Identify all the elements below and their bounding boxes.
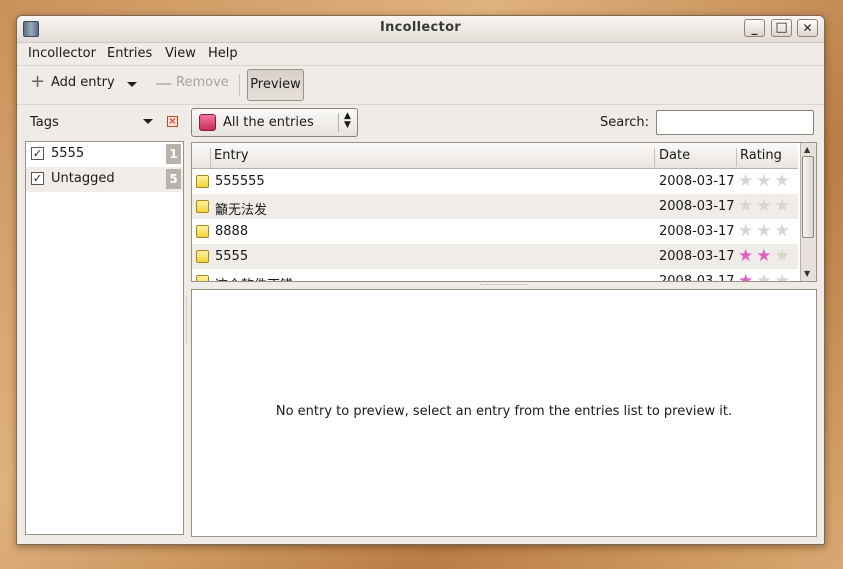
rating-stars[interactable]: ★★★	[738, 171, 793, 191]
entry-date: 2008-03-17	[659, 199, 735, 214]
column-separator	[210, 148, 211, 167]
maximize-button[interactable]: □	[771, 19, 792, 37]
star-filled-icon[interactable]: ★	[738, 271, 756, 281]
star-empty-icon[interactable]: ★	[775, 246, 793, 266]
entry-title: 籲无法发	[215, 203, 268, 218]
add-entry-dropdown-icon[interactable]	[127, 82, 137, 87]
plus-icon: +	[30, 71, 46, 92]
main-window: Incollector _ □ ✕ Incollector Entries Vi…	[16, 15, 825, 545]
menu-entries[interactable]: Entries	[107, 46, 152, 61]
search-input[interactable]	[656, 110, 814, 135]
search-label: Search:	[600, 115, 650, 130]
menu-view[interactable]: View	[165, 46, 196, 61]
entry-date: 2008-03-17	[659, 249, 735, 264]
menu-incollector[interactable]: Incollector	[28, 46, 96, 61]
menu-bar: Incollector Entries View Help	[17, 43, 824, 65]
star-empty-icon[interactable]: ★	[738, 171, 756, 191]
add-entry-button[interactable]: Add entry	[51, 75, 115, 90]
menu-help[interactable]: Help	[208, 46, 238, 61]
note-icon	[196, 275, 209, 281]
column-separator	[654, 148, 655, 167]
star-empty-icon[interactable]: ★	[775, 171, 793, 191]
star-empty-icon[interactable]: ★	[775, 271, 793, 281]
combo-arrows-icon: ▲ ▼	[344, 111, 351, 130]
tags-dropdown-icon[interactable]	[143, 119, 153, 124]
entry-row[interactable]: 555555 2008-03-17 ★★★	[192, 169, 798, 194]
entry-row[interactable]: 这个软件不错2008-03-17★★★	[192, 269, 798, 282]
minus-icon	[156, 83, 171, 85]
preview-panel: No entry to preview, select an entry fro…	[191, 289, 817, 537]
note-icon	[196, 250, 209, 263]
column-header-date[interactable]: Date	[659, 148, 690, 163]
title-bar[interactable]: Incollector _ □ ✕	[17, 16, 824, 43]
star-empty-icon[interactable]: ★	[756, 196, 774, 216]
tag-checkbox[interactable]: ✓	[31, 172, 44, 185]
column-header-entry[interactable]: Entry	[214, 148, 249, 163]
toolbar-separator	[239, 74, 240, 96]
entries-filter-select[interactable]: All the entries ▲ ▼	[191, 108, 358, 137]
tag-checkbox[interactable]: ✓	[31, 147, 44, 160]
tag-item-5555[interactable]: ✓ 5555 1	[26, 142, 183, 167]
rating-stars[interactable]: ★★★	[738, 271, 793, 281]
window-title: Incollector	[379, 20, 462, 35]
tags-pane: Tags × ✓ 5555 1 ✓ Untagged 5	[25, 108, 185, 536]
entry-date: 2008-03-17	[659, 224, 735, 239]
scroll-down-icon[interactable]: ▼	[804, 269, 810, 278]
star-filled-icon[interactable]: ★	[738, 246, 756, 266]
collection-icon	[199, 114, 216, 131]
filter-selected-label: All the entries	[223, 115, 314, 130]
star-empty-icon[interactable]: ★	[775, 221, 793, 241]
rating-stars[interactable]: ★★★	[738, 221, 793, 241]
preview-toggle-button[interactable]: Preview	[247, 69, 304, 101]
entry-row[interactable]: 籲无法发 2008-03-17 ★★★	[192, 194, 798, 219]
note-icon	[196, 175, 209, 188]
entry-row[interactable]: 8888 2008-03-17 ★★★	[192, 219, 798, 244]
tag-label: Untagged	[51, 171, 115, 186]
toolbar: + Add entry Remove Preview	[17, 65, 824, 105]
tag-count-badge: 5	[166, 169, 181, 189]
note-icon	[196, 225, 209, 238]
tag-label: 5555	[51, 146, 85, 161]
scroll-up-icon[interactable]: ▲	[804, 145, 810, 154]
star-empty-icon[interactable]: ★	[756, 221, 774, 241]
star-empty-icon[interactable]: ★	[775, 196, 793, 216]
tag-item-untagged[interactable]: ✓ Untagged 5	[26, 167, 183, 192]
close-button[interactable]: ✕	[797, 19, 818, 37]
entry-title: 8888	[215, 224, 249, 239]
entries-column-header: Entry Date Rating	[192, 143, 798, 169]
tag-list: ✓ 5555 1 ✓ Untagged 5	[25, 141, 184, 535]
rating-stars[interactable]: ★★★	[738, 196, 793, 216]
entries-scrollbar[interactable]: ▲ ▼	[800, 143, 816, 281]
entry-date: 2008-03-17	[659, 174, 735, 189]
column-separator	[736, 148, 737, 167]
preview-empty-message: No entry to preview, select an entry fro…	[275, 404, 733, 419]
clear-tags-icon[interactable]: ×	[167, 116, 178, 127]
entries-pane: All the entries ▲ ▼ Search: Entry Date Ra…	[190, 108, 817, 537]
star-empty-icon[interactable]: ★	[756, 171, 774, 191]
column-header-rating[interactable]: Rating	[740, 148, 782, 163]
tags-header: Tags	[30, 115, 59, 130]
note-icon	[196, 200, 209, 213]
entry-title: 5555	[215, 249, 249, 264]
star-empty-icon[interactable]: ★	[738, 196, 756, 216]
tag-count-badge: 1	[166, 144, 181, 164]
entries-list: Entry Date Rating 555555 2008-03-17 ★★★ 籲无法…	[191, 142, 817, 282]
entry-title: 555555	[215, 174, 265, 189]
scrollbar-thumb[interactable]	[802, 156, 814, 238]
star-filled-icon[interactable]: ★	[756, 246, 774, 266]
minimize-button[interactable]: _	[744, 19, 765, 37]
entry-title: 这个软件不错	[215, 274, 293, 281]
entry-row[interactable]: 5555 2008-03-17 ★★★	[192, 244, 798, 269]
list-preview-splitter-handle[interactable]	[480, 284, 528, 288]
star-empty-icon[interactable]: ★	[738, 221, 756, 241]
star-empty-icon[interactable]: ★	[756, 271, 774, 281]
remove-button[interactable]: Remove	[176, 75, 229, 90]
combo-separator	[338, 113, 339, 132]
rating-stars[interactable]: ★★★	[738, 246, 793, 266]
entry-date: 2008-03-17	[659, 274, 735, 282]
